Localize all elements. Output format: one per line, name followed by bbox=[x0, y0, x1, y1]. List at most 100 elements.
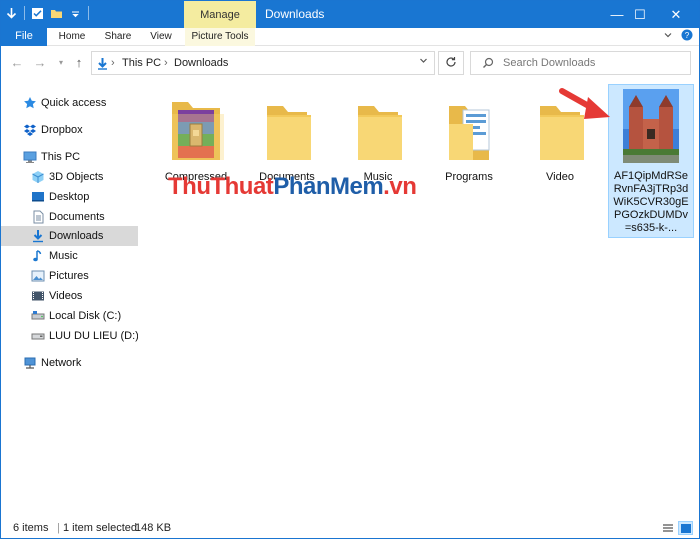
toolbar-separator bbox=[88, 6, 89, 20]
sidebar-item-label: Downloads bbox=[49, 230, 104, 242]
sidebar-item-label: Music bbox=[49, 250, 78, 262]
breadcrumb-downloads[interactable]: Downloads bbox=[174, 52, 228, 74]
cube-icon bbox=[31, 170, 45, 184]
address-bar[interactable]: › This PC › Downloads bbox=[91, 51, 435, 75]
file-item-programs[interactable]: Programs bbox=[426, 94, 512, 184]
manage-tab[interactable]: Manage bbox=[184, 1, 256, 28]
watermark-part-1: ThuThuat bbox=[168, 173, 274, 200]
sidebar-item-dropbox[interactable]: Dropbox bbox=[1, 120, 138, 140]
quick-access-toolbar bbox=[5, 6, 89, 20]
star-icon bbox=[23, 96, 37, 110]
sidebar-item-label: Documents bbox=[49, 211, 105, 223]
sidebar-item-3d-objects[interactable]: 3D Objects bbox=[1, 167, 138, 187]
sidebar-item-label: Desktop bbox=[49, 191, 90, 203]
download-icon bbox=[31, 229, 45, 243]
sidebar-item-label: LUU DU LIEU (D:) bbox=[49, 330, 139, 342]
breadcrumb-separator: › bbox=[111, 57, 115, 69]
customize-toolbar-icon[interactable] bbox=[69, 7, 82, 20]
tab-share[interactable]: Share bbox=[97, 28, 139, 46]
file-item-music[interactable]: Music bbox=[335, 94, 421, 184]
sidebar-item-quick-access[interactable]: Quick access bbox=[1, 93, 138, 113]
large-icons-view-icon bbox=[680, 523, 691, 533]
large-icons-view-button[interactable] bbox=[678, 521, 693, 535]
folder-icon bbox=[267, 106, 311, 160]
network-icon bbox=[23, 356, 37, 370]
address-dropdown-icon[interactable] bbox=[419, 56, 428, 67]
file-item-documents[interactable]: Documents bbox=[244, 94, 330, 184]
sidebar-item-network[interactable]: Network bbox=[1, 353, 138, 373]
watermark: ThuThuatPhanMem.vn bbox=[168, 173, 417, 201]
search-box[interactable] bbox=[470, 51, 691, 75]
details-view-icon bbox=[662, 523, 673, 532]
search-input[interactable] bbox=[503, 54, 683, 72]
forward-button[interactable]: → bbox=[32, 54, 48, 70]
recent-locations-button[interactable]: ▾ bbox=[53, 54, 69, 70]
sidebar-item-documents[interactable]: Documents bbox=[1, 207, 138, 227]
sidebar-item-label: Videos bbox=[49, 290, 83, 302]
sidebar-item-label: Local Disk (C:) bbox=[49, 310, 122, 322]
up-button[interactable]: ↑ bbox=[71, 54, 87, 70]
sidebar-item-music[interactable]: Music bbox=[1, 246, 138, 266]
sidebar-item-desktop[interactable]: Desktop bbox=[1, 187, 138, 207]
status-bar: 6 items | 1 item selected 148 KB bbox=[1, 518, 699, 538]
svg-text:?: ? bbox=[685, 31, 690, 40]
sidebar-item-data-drive[interactable]: LUU DU LIEU (D:) bbox=[1, 326, 139, 346]
status-divider: | bbox=[57, 522, 60, 534]
image-thumbnail bbox=[623, 89, 679, 163]
expand-ribbon-icon[interactable] bbox=[663, 30, 673, 43]
archive-folder-icon bbox=[172, 102, 224, 160]
file-name: Programs bbox=[445, 171, 493, 183]
navigation-pane: Quick access Dropbox This PC 3D Objects … bbox=[1, 80, 139, 512]
pointer-arrow-icon bbox=[559, 88, 610, 119]
toolbar-separator bbox=[24, 6, 25, 20]
file-item-image[interactable]: AF1QipMdRSeRvnFA3jTRp3dWiK5CVR30gEPGOzkD… bbox=[608, 84, 694, 238]
refresh-button[interactable] bbox=[438, 51, 464, 75]
music-icon bbox=[31, 249, 45, 263]
details-view-button[interactable] bbox=[660, 521, 675, 535]
folder-with-content-icon bbox=[449, 106, 490, 160]
forward-arrow-icon: → bbox=[33, 54, 47, 70]
file-explorer-window: Manage Downloads — ☐ ✕ File Home Share V… bbox=[0, 0, 700, 539]
back-arrow-icon: ← bbox=[10, 54, 24, 70]
sidebar-item-videos[interactable]: Videos bbox=[1, 286, 138, 306]
up-arrow-icon: ↑ bbox=[75, 54, 83, 70]
sidebar-item-local-disk[interactable]: Local Disk (C:) bbox=[1, 306, 138, 326]
file-item-compressed[interactable]: Compressed bbox=[153, 94, 239, 184]
new-folder-icon[interactable] bbox=[50, 7, 63, 20]
tab-home[interactable]: Home bbox=[51, 28, 93, 46]
title-bar: Manage Downloads — ☐ ✕ bbox=[1, 1, 699, 28]
breadcrumb-this-pc[interactable]: This PC bbox=[122, 52, 161, 74]
dropbox-icon bbox=[23, 123, 37, 137]
back-button[interactable]: ← bbox=[9, 54, 25, 70]
down-arrow-icon[interactable] bbox=[5, 7, 18, 20]
tab-picture-tools[interactable]: Picture Tools bbox=[185, 28, 255, 46]
view-switcher bbox=[660, 521, 693, 535]
close-button[interactable]: ✕ bbox=[653, 1, 699, 28]
window-title: Downloads bbox=[265, 7, 325, 21]
video-icon bbox=[31, 289, 45, 303]
file-name: AF1QipMdRSeRvnFA3jTRp3dWiK5CVR30gEPGOzkD… bbox=[613, 170, 689, 234]
pictures-icon bbox=[31, 269, 45, 283]
breadcrumb-separator: › bbox=[164, 57, 168, 69]
folder-icon bbox=[358, 106, 402, 160]
sidebar-item-this-pc[interactable]: This PC bbox=[1, 147, 138, 167]
computer-icon bbox=[23, 150, 37, 164]
navigation-bar: ← → ▾ ↑ › This PC › Downloads bbox=[1, 46, 699, 80]
chevron-down-icon: ▾ bbox=[58, 57, 63, 67]
ribbon-controls: ? bbox=[663, 29, 693, 44]
properties-icon[interactable] bbox=[31, 7, 44, 20]
sidebar-item-label: 3D Objects bbox=[49, 171, 104, 183]
sidebar-item-pictures[interactable]: Pictures bbox=[1, 266, 138, 286]
item-count: 6 items bbox=[13, 522, 49, 534]
maximize-icon: ☐ bbox=[634, 6, 646, 22]
sidebar-item-label: Dropbox bbox=[41, 124, 83, 136]
help-icon[interactable]: ? bbox=[681, 29, 693, 44]
tab-view[interactable]: View bbox=[143, 28, 179, 46]
download-icon bbox=[96, 57, 109, 73]
tab-file[interactable]: File bbox=[1, 28, 47, 46]
sidebar-item-downloads[interactable]: Downloads bbox=[1, 226, 138, 246]
selection-count: 1 item selected bbox=[63, 522, 137, 534]
sidebar-item-label: This PC bbox=[41, 151, 81, 163]
sidebar-item-label: Quick access bbox=[41, 97, 107, 109]
drive-icon bbox=[31, 309, 45, 323]
